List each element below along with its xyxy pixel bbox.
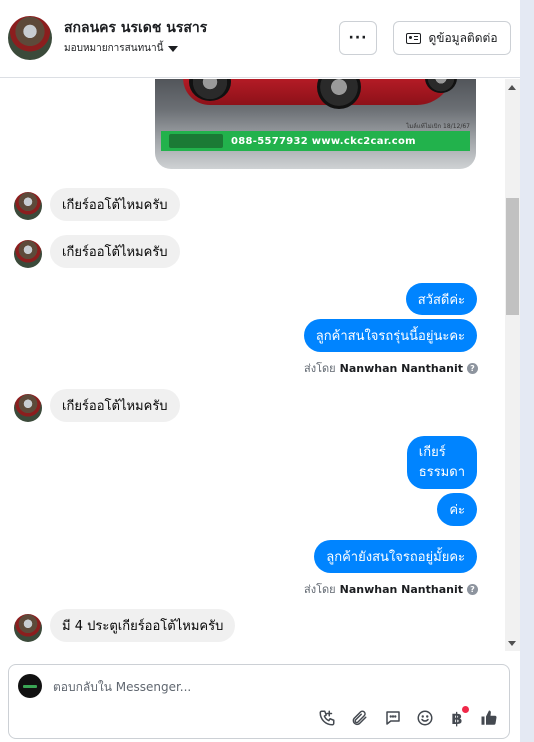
incoming-message[interactable]: เกียร์ออโต้ไหมครับ bbox=[50, 235, 180, 268]
incoming-message[interactable]: เกียร์ออโต้ไหมครับ bbox=[50, 389, 180, 422]
sent-by-name[interactable]: Nanwhan Nanthanit bbox=[340, 583, 463, 596]
dealer-banner: 088-5577932 www.ckc2car.com bbox=[161, 131, 470, 151]
sender-avatar[interactable] bbox=[14, 614, 42, 642]
page-avatar bbox=[18, 674, 42, 698]
photo-date-stamp: ไมล์แท้ไม่เบิก 18/12/67 bbox=[406, 123, 470, 130]
reply-composer: ฿ bbox=[8, 664, 510, 739]
view-contact-info-button[interactable]: ดูข้อมูลติดต่อ bbox=[393, 21, 511, 55]
attachment-icon[interactable] bbox=[349, 708, 369, 728]
outgoing-message[interactable]: เกียร์ ธรรมดา bbox=[406, 436, 477, 489]
outgoing-message[interactable]: ค่ะ bbox=[437, 493, 477, 526]
scrollbar-track[interactable] bbox=[505, 79, 520, 651]
message-thread: ไมล์แท้ไม่เบิก 18/12/67 088-5577932 www.… bbox=[0, 79, 505, 651]
call-icon[interactable] bbox=[317, 708, 337, 728]
outgoing-message[interactable]: ลูกค้ายังสนใจรถอยู่มั้ยคะ bbox=[314, 540, 477, 573]
scroll-up-arrow-icon[interactable] bbox=[508, 85, 516, 90]
emoji-icon[interactable] bbox=[415, 708, 435, 728]
sender-avatar[interactable] bbox=[14, 394, 42, 422]
sent-by-label: ส่งโดย Nanwhan Nanthanit ? bbox=[304, 359, 478, 377]
reply-input[interactable] bbox=[53, 677, 493, 697]
sent-by-label: ส่งโดย Nanwhan Nanthanit ? bbox=[304, 580, 478, 598]
sender-avatar[interactable] bbox=[14, 192, 42, 220]
dealer-logo bbox=[169, 134, 223, 148]
contact-card-icon bbox=[406, 32, 422, 44]
assign-conversation-dropdown[interactable]: มอบหมายการสนทนานี้ bbox=[64, 41, 179, 56]
chevron-down-icon bbox=[168, 45, 179, 52]
message-line: เกียร์ bbox=[418, 444, 446, 460]
like-icon[interactable] bbox=[479, 708, 499, 728]
sent-by-prefix: ส่งโดย bbox=[304, 583, 336, 596]
contact-avatar[interactable] bbox=[8, 16, 52, 60]
assign-conversation-label: มอบหมายการสนทนานี้ bbox=[64, 43, 164, 54]
scroll-down-arrow-icon[interactable] bbox=[508, 641, 516, 646]
sender-avatar[interactable] bbox=[14, 240, 42, 268]
incoming-message[interactable]: เกียร์ออโต้ไหมครับ bbox=[50, 188, 180, 221]
side-panel-edge bbox=[520, 0, 534, 742]
incoming-message[interactable]: มี 4 ประตูเกียร์ออโต้ไหมครับ bbox=[50, 609, 236, 642]
scrollbar-thumb[interactable] bbox=[506, 198, 519, 315]
dealer-contact-text: 088-5577932 www.ckc2car.com bbox=[231, 135, 416, 147]
view-contact-info-label: ดูข้อมูลติดต่อ bbox=[428, 30, 498, 45]
help-icon[interactable]: ? bbox=[467, 362, 478, 374]
sent-by-name[interactable]: Nanwhan Nanthanit bbox=[340, 362, 463, 375]
saved-reply-icon[interactable] bbox=[383, 708, 403, 728]
more-options-button[interactable]: ··· bbox=[339, 21, 377, 55]
message-line: ธรรมดา bbox=[418, 464, 465, 480]
notification-dot bbox=[462, 706, 469, 713]
car-photo-attachment[interactable]: ไมล์แท้ไม่เบิก 18/12/67 088-5577932 www.… bbox=[155, 79, 476, 169]
outgoing-message[interactable]: สวัสดีค่ะ bbox=[405, 283, 477, 315]
contact-name[interactable]: สกลนคร นรเดช นรสาร bbox=[64, 17, 207, 39]
sent-by-prefix: ส่งโดย bbox=[304, 362, 336, 375]
conversation-header: สกลนคร นรเดช นรสาร มอบหมายการสนทนานี้ ··… bbox=[0, 0, 520, 78]
outgoing-message[interactable]: ลูกค้าสนใจรถรุ่นนี้อยู่นะคะ bbox=[303, 319, 477, 352]
help-icon[interactable]: ? bbox=[467, 583, 478, 595]
